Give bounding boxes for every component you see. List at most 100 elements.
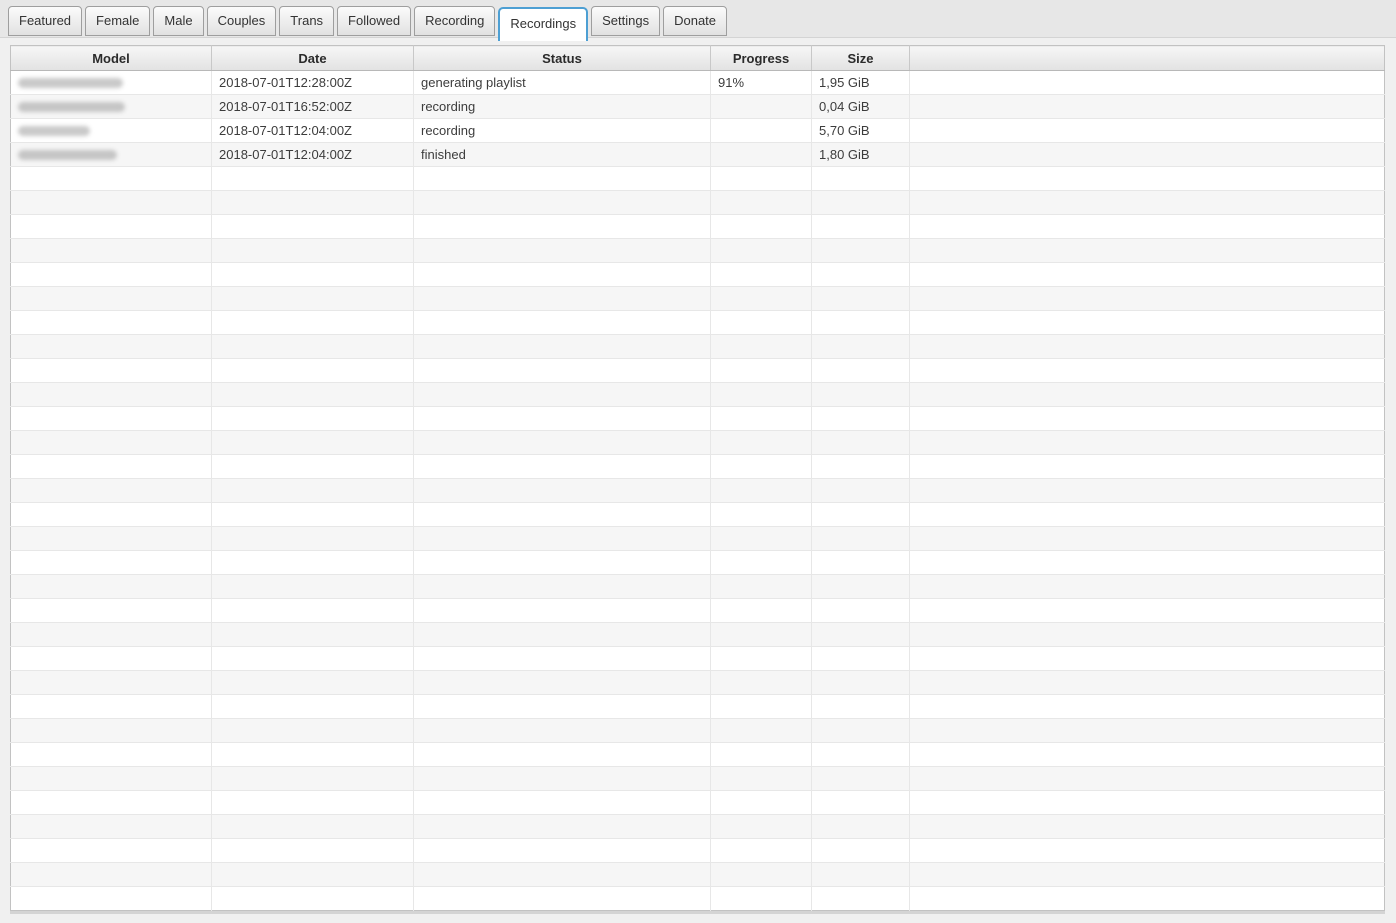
blank-cell — [910, 287, 1385, 311]
table-row[interactable]: 2018-07-01T12:04:00Z finished 1,80 GiB — [11, 143, 1385, 167]
date-cell — [212, 479, 414, 503]
tab-male[interactable]: Male — [153, 6, 203, 36]
model-cell — [11, 431, 212, 455]
progress-cell — [711, 143, 812, 167]
size-cell — [812, 839, 910, 863]
model-name-redacted — [18, 78, 123, 88]
size-cell — [812, 431, 910, 455]
blank-cell — [910, 815, 1385, 839]
size-cell — [812, 455, 910, 479]
tab-featured[interactable]: Featured — [8, 6, 82, 36]
progress-cell — [711, 239, 812, 263]
empty-table-row — [11, 695, 1385, 719]
status-cell — [414, 359, 711, 383]
size-cell — [812, 239, 910, 263]
model-name-redacted — [18, 126, 90, 136]
status-cell — [414, 791, 711, 815]
status-cell — [414, 167, 711, 191]
progress-cell — [711, 623, 812, 647]
blank-cell — [910, 167, 1385, 191]
empty-table-row — [11, 839, 1385, 863]
progress-cell — [711, 335, 812, 359]
date-cell — [212, 215, 414, 239]
blank-cell — [910, 767, 1385, 791]
empty-table-row — [11, 383, 1385, 407]
progress-cell — [711, 815, 812, 839]
blank-cell — [910, 599, 1385, 623]
model-name-redacted — [18, 150, 117, 160]
table-row[interactable]: 2018-07-01T12:04:00Z recording 5,70 GiB — [11, 119, 1385, 143]
tab-settings[interactable]: Settings — [591, 6, 660, 36]
progress-cell — [711, 719, 812, 743]
table-row[interactable]: 2018-07-01T12:28:00Z generating playlist… — [11, 71, 1385, 95]
date-cell: 2018-07-01T12:04:00Z — [212, 143, 414, 167]
size-cell — [812, 623, 910, 647]
date-cell — [212, 263, 414, 287]
model-cell — [11, 479, 212, 503]
model-cell — [11, 767, 212, 791]
size-cell — [812, 287, 910, 311]
blank-cell — [910, 671, 1385, 695]
date-cell — [212, 551, 414, 575]
tab-trans[interactable]: Trans — [279, 6, 334, 36]
progress-cell — [711, 863, 812, 887]
size-cell — [812, 743, 910, 767]
progress-cell — [711, 527, 812, 551]
model-cell — [11, 383, 212, 407]
tab-female[interactable]: Female — [85, 6, 150, 36]
model-cell — [11, 335, 212, 359]
column-header-blank — [910, 46, 1385, 71]
progress-cell — [711, 647, 812, 671]
empty-table-row — [11, 431, 1385, 455]
empty-table-row — [11, 767, 1385, 791]
status-cell — [414, 575, 711, 599]
date-cell — [212, 455, 414, 479]
column-header-status[interactable]: Status — [414, 46, 711, 71]
table-row[interactable]: 2018-07-01T16:52:00Z recording 0,04 GiB — [11, 95, 1385, 119]
blank-cell — [910, 575, 1385, 599]
status-cell — [414, 623, 711, 647]
progress-cell — [711, 167, 812, 191]
empty-table-row — [11, 359, 1385, 383]
column-header-model[interactable]: Model — [11, 46, 212, 71]
date-cell — [212, 695, 414, 719]
tab-followed[interactable]: Followed — [337, 6, 411, 36]
model-cell — [11, 623, 212, 647]
column-header-date[interactable]: Date — [212, 46, 414, 71]
progress-cell — [711, 287, 812, 311]
status-cell — [414, 767, 711, 791]
size-cell: 1,95 GiB — [812, 71, 910, 95]
size-cell — [812, 551, 910, 575]
status-cell — [414, 407, 711, 431]
date-cell — [212, 767, 414, 791]
status-cell: recording — [414, 95, 711, 119]
status-cell — [414, 815, 711, 839]
model-cell — [11, 407, 212, 431]
blank-cell — [910, 335, 1385, 359]
progress-cell — [711, 215, 812, 239]
progress-cell — [711, 791, 812, 815]
blank-cell — [910, 479, 1385, 503]
status-cell — [414, 671, 711, 695]
tab-couples[interactable]: Couples — [207, 6, 277, 36]
empty-table-row — [11, 815, 1385, 839]
model-cell — [11, 119, 212, 143]
tab-recording[interactable]: Recording — [414, 6, 495, 36]
column-header-progress[interactable]: Progress — [711, 46, 812, 71]
status-cell — [414, 599, 711, 623]
status-cell — [414, 215, 711, 239]
status-cell — [414, 311, 711, 335]
status-cell — [414, 719, 711, 743]
model-cell — [11, 839, 212, 863]
blank-cell — [910, 407, 1385, 431]
empty-table-row — [11, 671, 1385, 695]
model-cell — [11, 575, 212, 599]
column-header-size[interactable]: Size — [812, 46, 910, 71]
blank-cell — [910, 743, 1385, 767]
tab-donate[interactable]: Donate — [663, 6, 727, 36]
model-name-redacted — [18, 102, 125, 112]
date-cell — [212, 599, 414, 623]
tab-bar: Featured Female Male Couples Trans Follo… — [0, 0, 1396, 38]
tab-recordings[interactable]: Recordings — [498, 7, 588, 41]
size-cell — [812, 647, 910, 671]
